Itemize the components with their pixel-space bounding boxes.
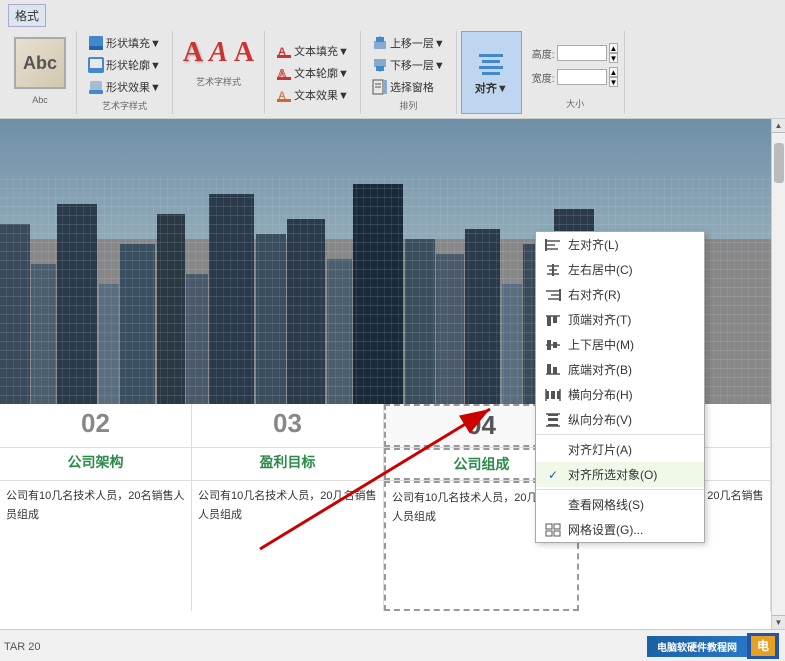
art-letter-1[interactable]: A	[183, 37, 203, 69]
move-up-icon	[372, 35, 388, 51]
align-center-v-item[interactable]: 上下居中(M)	[536, 332, 704, 357]
num-cell-2: 03	[192, 404, 384, 447]
art-letter-2[interactable]: A	[209, 37, 228, 69]
width-down-btn[interactable]: ▼	[609, 77, 619, 87]
scroll-thumb[interactable]	[774, 143, 784, 183]
main-area: 02 03 04 05 公司架构 盈利目标 公司组成 公司组成 公司有10几名技…	[0, 119, 785, 629]
align-center-v-icon	[544, 338, 562, 352]
text-outline-icon: A	[276, 65, 292, 81]
vertical-scrollbar[interactable]: ▲ ▼	[771, 119, 785, 629]
align-slide-item[interactable]: 对齐灯片(A)	[536, 437, 704, 462]
ribbon-tabs: 格式	[8, 4, 777, 29]
pane-icon	[372, 79, 388, 95]
arrange-label: 排列	[367, 99, 450, 112]
text-effect-icon: A	[276, 87, 292, 103]
text-effect-btn[interactable]: A 文本效果▼	[271, 85, 354, 105]
align-right-icon	[544, 288, 562, 302]
align-selected-check-icon: ✓	[544, 468, 562, 482]
align-center-h-icon	[544, 263, 562, 277]
arrange-group: 上移一层▼ 下移一层▼ 选择窗格 排列	[365, 31, 457, 114]
fill-icon	[88, 35, 104, 51]
align-icon	[477, 50, 505, 78]
svg-text:电: 电	[757, 638, 769, 653]
desc-cell-1: 公司有10几名技术人员，20名销售人员组成	[0, 481, 192, 611]
align-top-item[interactable]: 顶端对齐(T)	[536, 307, 704, 332]
align-left-item[interactable]: 左对齐(L)	[536, 232, 704, 257]
num-cell-1: 02	[0, 404, 192, 447]
title-cell-1: 公司架构	[0, 448, 192, 480]
scroll-down-arrow[interactable]: ▼	[772, 615, 785, 629]
separator-2	[536, 489, 704, 490]
size-label: 大小	[532, 97, 619, 110]
text-fill-btn[interactable]: A 文本填充▼	[271, 41, 354, 61]
move-down-btn[interactable]: 下移一层▼	[367, 55, 450, 75]
height-up-btn[interactable]: ▲	[609, 43, 619, 53]
grid-settings-icon	[544, 523, 562, 537]
height-down-btn[interactable]: ▼	[609, 53, 619, 63]
selection-pane-btn[interactable]: 选择窗格	[367, 77, 450, 97]
art-letters-preview: A A A	[179, 33, 258, 73]
align-bottom-item[interactable]: 底端对齐(B)	[536, 357, 704, 382]
shape-style-group: 形状填充▼ 形状轮廓▼ 形状效果▼ 艺术字样式	[81, 31, 173, 114]
shape-outline-btn[interactable]: 形状轮廓▼	[83, 55, 166, 75]
text-style-group: A 文本填充▼ A 文本轮廓▼ A 文本效果▼	[269, 31, 361, 114]
move-down-icon	[372, 57, 388, 73]
scroll-up-arrow[interactable]: ▲	[772, 119, 785, 133]
align-slide-icon	[544, 443, 562, 457]
width-up-btn[interactable]: ▲	[609, 67, 619, 77]
shape-fill-btn[interactable]: 形状填充▼	[83, 33, 166, 53]
align-dropdown-menu: 左对齐(L) 左右居中(C) 右对齐(R) 顶端对齐(T)	[535, 231, 705, 543]
art-letters-label: 艺术字样式	[179, 75, 258, 88]
width-label: 宽度:	[532, 70, 555, 85]
abc-label: Abc	[10, 95, 70, 105]
distribute-h-item[interactable]: 横向分布(H)	[536, 382, 704, 407]
align-left-icon	[544, 238, 562, 252]
size-group: 高度: ▲ ▼ 宽度: ▲ ▼ 大小	[526, 31, 626, 114]
title-cell-2: 盈利目标	[192, 448, 384, 480]
height-input[interactable]	[557, 45, 607, 61]
align-group: 对齐▼	[461, 31, 522, 114]
align-bottom-icon	[544, 363, 562, 377]
align-right-item[interactable]: 右对齐(R)	[536, 282, 704, 307]
align-selected-item[interactable]: ✓ 对齐所选对象(O)	[536, 462, 704, 487]
outline-icon	[88, 57, 104, 73]
separator-1	[536, 434, 704, 435]
abc-group: Abc Abc	[8, 31, 77, 114]
logo-icon-box: 电	[747, 633, 779, 659]
align-center-h-item[interactable]: 左右居中(C)	[536, 257, 704, 282]
width-input[interactable]	[557, 69, 607, 85]
ribbon: 格式 Abc Abc 形状填充▼ 形状轮廓▼	[0, 0, 785, 119]
shape-effect-btn[interactable]: 形状效果▼	[83, 77, 166, 97]
format-tab[interactable]: 格式	[8, 4, 46, 27]
bottom-logo-area: 电脑软硬件教程网 电	[647, 633, 779, 659]
view-grid-item[interactable]: 查看网格线(S)	[536, 492, 704, 517]
move-up-btn[interactable]: 上移一层▼	[367, 33, 450, 53]
distribute-v-icon	[544, 413, 562, 427]
text-fill-icon: A	[276, 43, 292, 59]
logo-box: 电脑软硬件教程网	[647, 636, 747, 657]
abc-preview[interactable]: Abc	[14, 37, 66, 89]
height-label: 高度:	[532, 46, 555, 61]
logo-icon: 电	[751, 636, 775, 656]
art-letter-3[interactable]: A	[234, 37, 254, 69]
align-top-icon	[544, 313, 562, 327]
text-outline-btn[interactable]: A 文本轮廓▼	[271, 63, 354, 83]
effect-icon	[88, 79, 104, 95]
desc-cell-2: 公司有10几名技术人员，20几名销售人员组成	[192, 481, 384, 611]
grid-settings-item[interactable]: 网格设置(G)...	[536, 517, 704, 542]
tar-text: TAR 20	[4, 641, 40, 653]
art-style-label: 艺术字样式	[83, 99, 166, 112]
distribute-h-icon	[544, 388, 562, 402]
align-dropdown-btn[interactable]: 对齐▼	[470, 48, 513, 98]
bottom-bar: TAR 20 电脑软硬件教程网 电	[0, 629, 785, 661]
view-grid-icon	[544, 498, 562, 512]
distribute-v-item[interactable]: 纵向分布(V)	[536, 407, 704, 432]
art-letters-group: A A A 艺术字样式	[177, 31, 265, 114]
